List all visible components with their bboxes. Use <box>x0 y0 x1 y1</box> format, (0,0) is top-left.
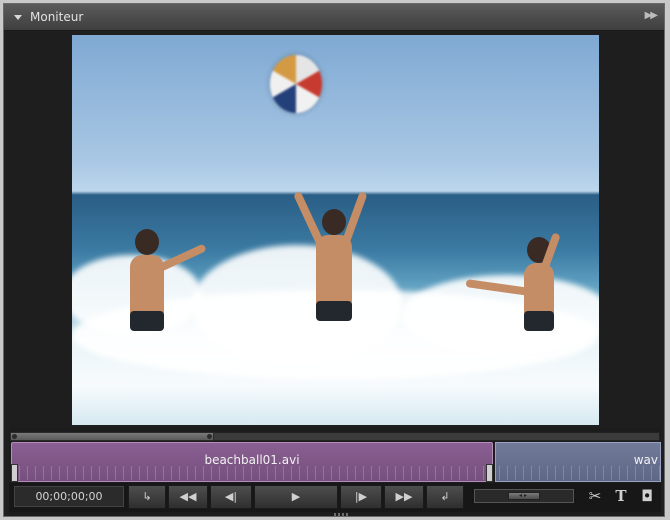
beach-ball-image <box>270 55 322 113</box>
in-point-handle[interactable] <box>11 464 18 482</box>
step-forward-icon: |▶ <box>354 490 368 503</box>
panel-header[interactable]: Moniteur ▶▶ <box>4 4 664 31</box>
child-left <box>130 229 207 331</box>
panel-title: Moniteur <box>30 10 84 24</box>
video-preview[interactable] <box>72 35 599 425</box>
panel-menu-icon[interactable]: ▶▶ <box>645 10 658 21</box>
timeline-ruler <box>11 466 661 480</box>
shuttle-slider[interactable]: ◂▸ <box>474 489 574 503</box>
splash-foam <box>192 245 402 365</box>
set-in-point-icon: ↳ <box>142 490 152 503</box>
timeline-scrollbar-thumb[interactable] <box>10 432 214 441</box>
set-out-point-button[interactable]: ↲ <box>426 485 464 509</box>
rewind-icon: ◀◀ <box>179 490 197 503</box>
text-icon[interactable]: T <box>611 486 631 506</box>
shuttle-knob[interactable]: ◂▸ <box>508 492 540 500</box>
play-icon: ▶ <box>291 490 301 503</box>
out-point-handle[interactable] <box>486 464 493 482</box>
scissors-icon[interactable]: ✂ <box>585 486 605 506</box>
camera-icon[interactable]: ◘ <box>637 486 657 506</box>
set-out-point-icon: ↲ <box>440 490 450 503</box>
clip-name: beachball01.avi <box>204 453 300 467</box>
set-in-point-button[interactable]: ↳ <box>128 485 166 509</box>
timecode-display[interactable]: 00;00;00;00 <box>14 486 124 507</box>
resize-grip[interactable] <box>334 513 350 516</box>
fast-forward-button[interactable]: ▶▶ <box>384 485 424 509</box>
rewind-button[interactable]: ◀◀ <box>168 485 208 509</box>
play-button[interactable]: ▶ <box>254 485 338 509</box>
clip-name: wav <box>633 453 658 467</box>
step-back-icon: ◀| <box>224 490 238 503</box>
fast-forward-icon: ▶▶ <box>395 490 413 503</box>
child-center <box>293 190 368 321</box>
collapse-triangle-icon[interactable] <box>14 15 22 20</box>
step-back-button[interactable]: ◀| <box>210 485 252 509</box>
child-right <box>465 232 561 331</box>
step-forward-button[interactable]: |▶ <box>340 485 382 509</box>
